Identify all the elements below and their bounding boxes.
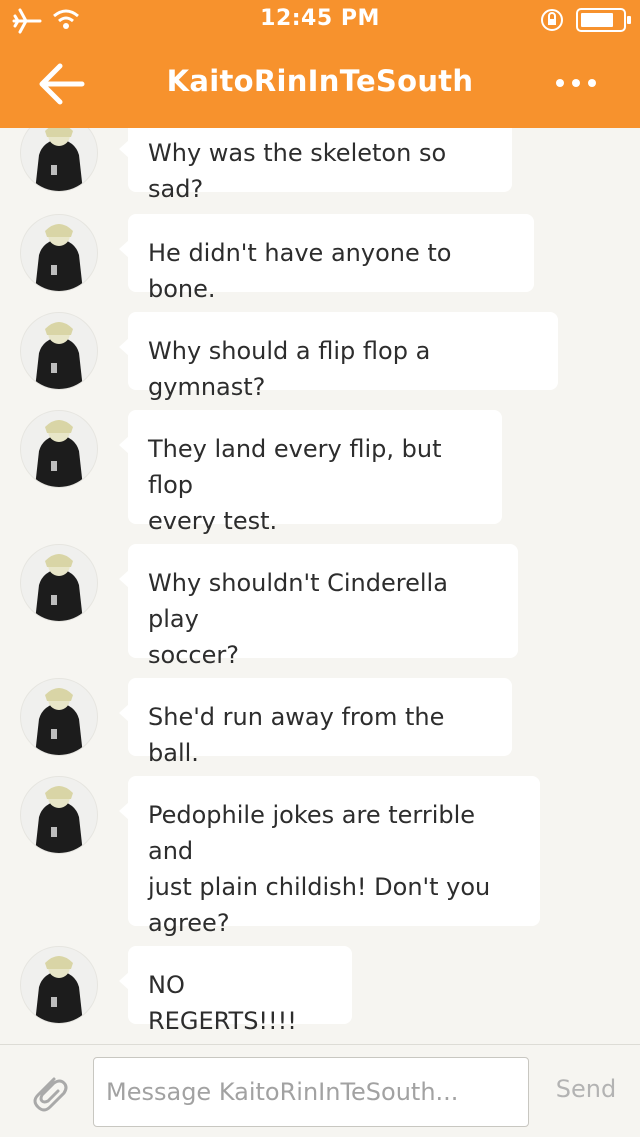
top-bar: 12:45 PM KaitoRinInTeSouth xyxy=(0,0,640,128)
message-bubble[interactable]: Why shouldn't Cinderella play soccer? xyxy=(119,544,518,669)
bubble-tail xyxy=(119,436,129,454)
page-title: KaitoRinInTeSouth xyxy=(166,64,474,98)
nav-bar: KaitoRinInTeSouth xyxy=(0,40,640,128)
more-options-button[interactable] xyxy=(552,68,600,98)
message-bubble[interactable]: Why should a flip flop a gymnast? xyxy=(119,312,558,401)
message-bubble[interactable]: Why was the skeleton so sad? xyxy=(119,128,512,203)
message-text: Pedophile jokes are terrible and just pl… xyxy=(148,801,491,937)
avatar-image xyxy=(35,956,83,1023)
bubble-tail xyxy=(119,140,129,158)
attach-button[interactable] xyxy=(24,1067,72,1115)
message-text: Why should a flip flop a gymnast? xyxy=(148,337,431,401)
message-text: NO REGERTS!!!! xyxy=(148,971,297,1035)
message-text: She'd run away from the ball. xyxy=(148,703,445,767)
back-button[interactable] xyxy=(38,62,88,106)
bubble-tail xyxy=(119,972,129,990)
message-list[interactable]: Why was the skeleton so sad? He didn't h… xyxy=(0,128,640,1044)
bubble-tail xyxy=(119,240,129,258)
avatar[interactable] xyxy=(20,776,98,854)
message-bubble[interactable]: She'd run away from the ball. xyxy=(119,678,512,767)
avatar-image xyxy=(35,420,83,487)
avatar-image xyxy=(35,128,83,191)
message-text: He didn't have anyone to bone. xyxy=(148,239,452,303)
avatar[interactable] xyxy=(20,410,98,488)
message-bubble[interactable]: Pedophile jokes are terrible and just pl… xyxy=(119,776,540,937)
message-text: They land every flip, but flop every tes… xyxy=(148,435,442,535)
message-bubble[interactable]: He didn't have anyone to bone. xyxy=(119,214,534,303)
bubble-tail xyxy=(119,802,129,820)
status-bar: 12:45 PM xyxy=(0,0,640,40)
avatar[interactable] xyxy=(20,946,98,1024)
battery-icon xyxy=(576,8,631,32)
message-bubble[interactable]: NO REGERTS!!!! xyxy=(119,946,352,1035)
avatar-image xyxy=(35,688,83,755)
message-composer: Send xyxy=(0,1044,640,1137)
avatar[interactable] xyxy=(20,678,98,756)
message-bubble[interactable]: They land every flip, but flop every tes… xyxy=(119,410,502,535)
send-button[interactable]: Send xyxy=(548,1075,624,1103)
avatar[interactable] xyxy=(20,544,98,622)
bubble-tail xyxy=(119,704,129,722)
avatar-image xyxy=(35,322,83,389)
arrow-left-icon xyxy=(39,63,85,105)
avatar[interactable] xyxy=(20,128,98,192)
bubble-tail xyxy=(119,570,129,588)
message-text: Why was the skeleton so sad? xyxy=(148,139,447,203)
avatar-image xyxy=(35,224,83,291)
avatar[interactable] xyxy=(20,214,98,292)
avatar-image xyxy=(35,786,83,853)
more-dots-icon xyxy=(556,79,596,87)
message-input[interactable] xyxy=(93,1057,529,1127)
orientation-lock-icon xyxy=(541,9,563,31)
message-text: Why shouldn't Cinderella play soccer? xyxy=(148,569,448,669)
bubble-tail xyxy=(119,338,129,356)
avatar[interactable] xyxy=(20,312,98,390)
paperclip-icon xyxy=(33,1077,68,1112)
avatar-image xyxy=(35,554,83,621)
